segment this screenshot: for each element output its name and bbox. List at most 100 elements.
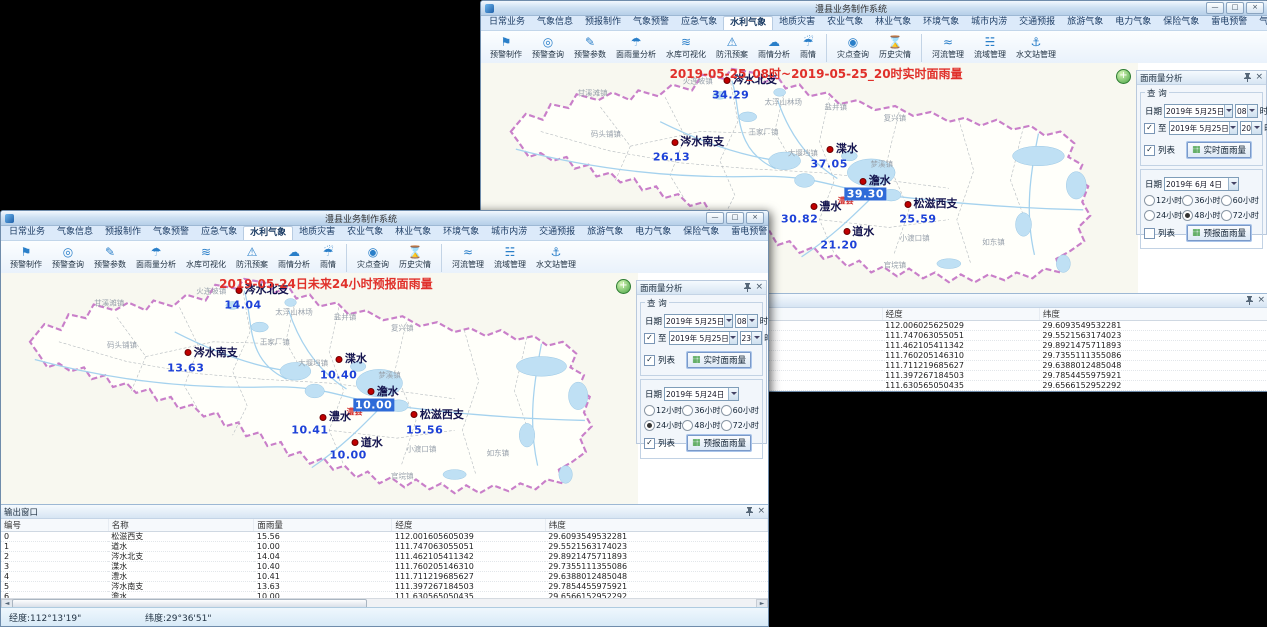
titlebar[interactable]: 澧县业务制作系统 — □ × xyxy=(481,1,1267,16)
station-label-松滋西支[interactable]: 松滋西支 xyxy=(905,195,958,211)
forecast-date-select[interactable]: 2019年 5月24日 xyxy=(664,387,739,401)
toolbar-button-水文站管理[interactable]: ⚓水文站管理 xyxy=(1011,31,1061,65)
tab-保险气象[interactable]: 保险气象 xyxy=(677,226,725,240)
toolbar-button-灾点查询[interactable]: ◉灾点查询 xyxy=(832,31,874,65)
duration-radio-72小时[interactable]: 72小时 xyxy=(721,420,759,431)
toolbar-button-流域管理[interactable]: ☵流域管理 xyxy=(489,241,531,275)
station-value-澹水[interactable]: 10.00 xyxy=(353,398,394,411)
tab-地质灾害[interactable]: 地质灾害 xyxy=(293,226,341,240)
map-zoom-button[interactable]: + xyxy=(1116,69,1131,84)
station-value-澧水[interactable]: 10.41 xyxy=(291,424,328,437)
duration-radio-12小时[interactable]: 12小时 xyxy=(1144,195,1182,206)
list-checkbox[interactable] xyxy=(1144,228,1155,239)
toolbar-button-水库可视化[interactable]: ≋水库可视化 xyxy=(661,31,711,65)
toolbar-button-预警制作[interactable]: ⚑预警制作 xyxy=(5,241,47,275)
tab-气象信息[interactable]: 气象信息 xyxy=(51,226,99,240)
station-value-涔水南支[interactable]: 13.63 xyxy=(167,361,204,374)
end-hour-select[interactable]: 23 xyxy=(740,331,763,345)
table-row[interactable]: 1道水10.00111.74706305505129.5521563174023 xyxy=(1,542,768,552)
toolbar-button-历史灾情[interactable]: ⌛历史灾情 xyxy=(394,241,436,275)
tab-旅游气象[interactable]: 旅游气象 xyxy=(1061,16,1109,30)
station-value-涔水北支[interactable]: 14.04 xyxy=(224,299,261,312)
tab-预报制作[interactable]: 预报制作 xyxy=(579,16,627,30)
toolbar-button-面雨量分析[interactable]: ☂面雨量分析 xyxy=(131,241,181,275)
toolbar-button-水库可视化[interactable]: ≋水库可视化 xyxy=(181,241,231,275)
duration-radio-60小时[interactable]: 60小时 xyxy=(721,405,759,416)
table-row[interactable]: 3渫水10.40111.76020514631029.7355111355086 xyxy=(1,562,768,572)
duration-radio-36小时[interactable]: 36小时 xyxy=(682,405,720,416)
station-value-道水[interactable]: 21.20 xyxy=(820,238,857,251)
realtime-area-rain-button[interactable]: ▦实时面雨量 xyxy=(1187,142,1251,158)
maximize-button[interactable]: □ xyxy=(1226,2,1244,14)
toolbar-button-面雨量分析[interactable]: ☂面雨量分析 xyxy=(611,31,661,65)
end-date-select[interactable]: 2019年 5月25日 xyxy=(669,331,738,345)
tab-水利气象[interactable]: 水利气象 xyxy=(723,16,773,30)
end-hour-select[interactable]: 20 xyxy=(1240,121,1263,135)
table-row[interactable]: 2涔水北支14.04111.46210541134229.89214757118… xyxy=(1,552,768,562)
tab-气象信息[interactable]: 气象信息 xyxy=(531,16,579,30)
tab-应急气象[interactable]: 应急气象 xyxy=(195,226,243,240)
duration-radio-72小时[interactable]: 72小时 xyxy=(1221,210,1259,221)
toolbar-button-预警制作[interactable]: ⚑预警制作 xyxy=(485,31,527,65)
table-row[interactable]: 5涔水南支13.63111.39726718450329.78544559759… xyxy=(1,582,768,592)
station-label-澧水[interactable]: 澧水 xyxy=(810,198,841,214)
table-row[interactable]: 4澧水10.41111.71121968562729.6388012485048 xyxy=(1,572,768,582)
toolbar-button-雨情分析[interactable]: ☁雨情分析 xyxy=(753,31,795,65)
close-icon[interactable]: × xyxy=(1257,296,1265,305)
forecast-area-rain-button[interactable]: ▦预报面雨量 xyxy=(687,435,751,451)
station-label-渫水[interactable]: 渫水 xyxy=(827,140,858,156)
station-label-道水[interactable]: 道水 xyxy=(843,223,874,239)
station-value-渫水[interactable]: 37.05 xyxy=(811,158,848,171)
maximize-button[interactable]: □ xyxy=(726,212,744,224)
end-date-select[interactable]: 2019年 5月25日 xyxy=(1169,121,1238,135)
pin-icon[interactable] xyxy=(744,283,751,292)
close-icon[interactable]: × xyxy=(755,283,763,292)
tab-城市内涝[interactable]: 城市内涝 xyxy=(965,16,1013,30)
tab-气象科普[interactable]: 气象科普 xyxy=(1253,16,1267,30)
tab-雷电预警[interactable]: 雷电预警 xyxy=(1205,16,1253,30)
station-label-涔水南支[interactable]: 涔水南支 xyxy=(185,344,238,360)
toolbar-button-河流管理[interactable]: ≈河流管理 xyxy=(447,241,489,275)
tab-日常业务[interactable]: 日常业务 xyxy=(483,16,531,30)
duration-radio-24小时[interactable]: 24小时 xyxy=(1144,210,1182,221)
toolbar-button-预警参数[interactable]: ✎预警参数 xyxy=(89,241,131,275)
station-value-澧水[interactable]: 30.82 xyxy=(781,213,818,226)
tab-交通预报[interactable]: 交通预报 xyxy=(533,226,581,240)
titlebar[interactable]: 澧县业务制作系统 — □ × xyxy=(1,211,768,226)
station-value-渫水[interactable]: 10.40 xyxy=(320,368,357,381)
pin-icon[interactable] xyxy=(1246,296,1253,305)
station-value-松滋西支[interactable]: 25.59 xyxy=(899,213,936,226)
station-value-澹水[interactable]: 39.30 xyxy=(845,188,886,201)
start-date-select[interactable]: 2019年 5月25日 xyxy=(1164,104,1233,118)
table-row[interactable]: 0松滋西支15.56112.00160560503929.60935495322… xyxy=(1,532,768,542)
tab-预报制作[interactable]: 预报制作 xyxy=(99,226,147,240)
toolbar-button-雨情[interactable]: ☔雨情 xyxy=(315,241,341,275)
list-checkbox[interactable] xyxy=(644,355,655,366)
duration-radio-24小时[interactable]: 24小时 xyxy=(644,420,682,431)
tab-环境气象[interactable]: 环境气象 xyxy=(437,226,485,240)
tab-交通预报[interactable]: 交通预报 xyxy=(1013,16,1061,30)
tab-保险气象[interactable]: 保险气象 xyxy=(1157,16,1205,30)
map-area[interactable]: 2019-05-24日未来24小时预报面雨量 + 甘溪滩镇码头铺镇火连坡镇太浮山… xyxy=(1,273,638,504)
toolbar-button-灾点查询[interactable]: ◉灾点查询 xyxy=(352,241,394,275)
station-label-澹水[interactable]: 澹水 xyxy=(860,172,891,188)
tab-电力气象[interactable]: 电力气象 xyxy=(629,226,677,240)
realtime-area-rain-button[interactable]: ▦实时面雨量 xyxy=(687,352,751,368)
station-label-涔水南支[interactable]: 涔水南支 xyxy=(671,133,724,149)
toolbar-button-防汛预案[interactable]: ⚠防汛预案 xyxy=(711,31,753,65)
toolbar-button-防汛预案[interactable]: ⚠防汛预案 xyxy=(231,241,273,275)
tab-电力气象[interactable]: 电力气象 xyxy=(1109,16,1157,30)
pin-icon[interactable] xyxy=(746,507,753,516)
tab-旅游气象[interactable]: 旅游气象 xyxy=(581,226,629,240)
toolbar-button-预警参数[interactable]: ✎预警参数 xyxy=(569,31,611,65)
tab-农业气象[interactable]: 农业气象 xyxy=(821,16,869,30)
duration-radio-48小时[interactable]: 48小时 xyxy=(682,420,720,431)
minimize-button[interactable]: — xyxy=(1206,2,1224,14)
tab-地质灾害[interactable]: 地质灾害 xyxy=(773,16,821,30)
tab-环境气象[interactable]: 环境气象 xyxy=(917,16,965,30)
toolbar-button-水文站管理[interactable]: ⚓水文站管理 xyxy=(531,241,581,275)
start-hour-select[interactable]: 08 xyxy=(1235,104,1258,118)
pin-icon[interactable] xyxy=(1244,73,1251,82)
toolbar-button-预警查询[interactable]: ◎预警查询 xyxy=(47,241,89,275)
list-checkbox[interactable] xyxy=(644,438,655,449)
